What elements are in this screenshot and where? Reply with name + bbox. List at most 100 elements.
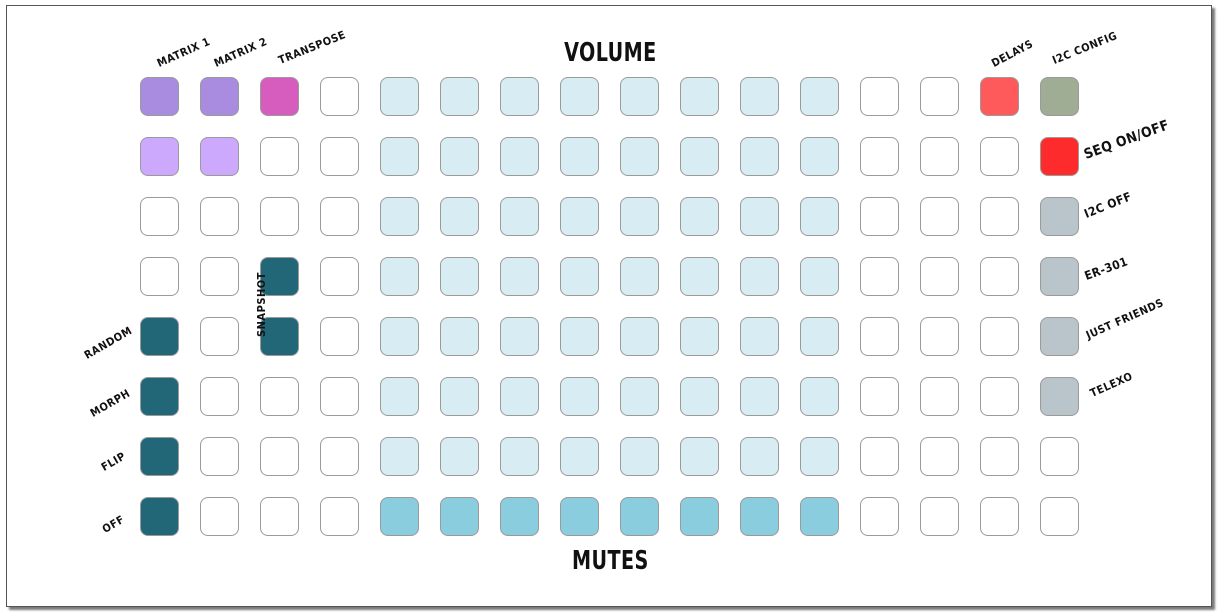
- pad-empty-r6-c15[interactable]: [980, 377, 1019, 416]
- pad-empty-r8-c15[interactable]: [980, 497, 1019, 536]
- pad-empty-r5-c2[interactable]: [200, 317, 239, 356]
- pad-volume-r7-c7[interactable]: [500, 437, 539, 476]
- pad-volume-r6-c7[interactable]: [500, 377, 539, 416]
- pad-empty-r4-c15[interactable]: [980, 257, 1019, 296]
- pad-empty-r8-c4[interactable]: [320, 497, 359, 536]
- pad-empty-r8-c14[interactable]: [920, 497, 959, 536]
- pad-empty-r3-c13[interactable]: [860, 197, 899, 236]
- pad-i2c-config-r1-c16[interactable]: [1040, 77, 1079, 116]
- pad-transpose-r1-c3[interactable]: [260, 77, 299, 116]
- pad-volume-r3-c7[interactable]: [500, 197, 539, 236]
- pad-empty-r1-c4[interactable]: [320, 77, 359, 116]
- pad-empty-r3-c15[interactable]: [980, 197, 1019, 236]
- pad-volume-r1-c12[interactable]: [800, 77, 839, 116]
- pad-i2c-device-r5-c16[interactable]: [1040, 317, 1079, 356]
- pad-matrix-dim-r2-c1[interactable]: [140, 137, 179, 176]
- pad-volume-r2-c5[interactable]: [380, 137, 419, 176]
- pad-volume-r5-c12[interactable]: [800, 317, 839, 356]
- pad-empty-r4-c13[interactable]: [860, 257, 899, 296]
- pad-volume-r3-c10[interactable]: [680, 197, 719, 236]
- pad-mute-r8-c10[interactable]: [680, 497, 719, 536]
- pad-empty-r5-c14[interactable]: [920, 317, 959, 356]
- pad-empty-r2-c15[interactable]: [980, 137, 1019, 176]
- pad-volume-r7-c8[interactable]: [560, 437, 599, 476]
- pad-volume-r3-c12[interactable]: [800, 197, 839, 236]
- pad-volume-r5-c7[interactable]: [500, 317, 539, 356]
- pad-control-r6-c1[interactable]: [140, 377, 179, 416]
- pad-i2c-device-r4-c16[interactable]: [1040, 257, 1079, 296]
- pad-empty-r7-c3[interactable]: [260, 437, 299, 476]
- pad-empty-r7-c4[interactable]: [320, 437, 359, 476]
- pad-volume-r1-c7[interactable]: [500, 77, 539, 116]
- pad-control-r7-c1[interactable]: [140, 437, 179, 476]
- pad-volume-r2-c10[interactable]: [680, 137, 719, 176]
- pad-empty-r7-c16[interactable]: [1040, 437, 1079, 476]
- pad-empty-r2-c14[interactable]: [920, 137, 959, 176]
- pad-volume-r1-c11[interactable]: [740, 77, 779, 116]
- pad-empty-r2-c3[interactable]: [260, 137, 299, 176]
- pad-control-r8-c1[interactable]: [140, 497, 179, 536]
- pad-volume-r4-c6[interactable]: [440, 257, 479, 296]
- pad-volume-r3-c11[interactable]: [740, 197, 779, 236]
- pad-empty-r1-c13[interactable]: [860, 77, 899, 116]
- pad-volume-r4-c11[interactable]: [740, 257, 779, 296]
- pad-empty-r2-c13[interactable]: [860, 137, 899, 176]
- pad-empty-r8-c13[interactable]: [860, 497, 899, 536]
- pad-volume-r1-c6[interactable]: [440, 77, 479, 116]
- pad-matrix-active-r1-c1[interactable]: [140, 77, 179, 116]
- pad-volume-r3-c8[interactable]: [560, 197, 599, 236]
- pad-i2c-device-r6-c16[interactable]: [1040, 377, 1079, 416]
- pad-volume-r5-c6[interactable]: [440, 317, 479, 356]
- pad-empty-r4-c4[interactable]: [320, 257, 359, 296]
- pad-volume-r1-c5[interactable]: [380, 77, 419, 116]
- pad-mute-r8-c9[interactable]: [620, 497, 659, 536]
- pad-volume-r4-c8[interactable]: [560, 257, 599, 296]
- pad-volume-r2-c8[interactable]: [560, 137, 599, 176]
- pad-volume-r6-c9[interactable]: [620, 377, 659, 416]
- pad-volume-r2-c7[interactable]: [500, 137, 539, 176]
- pad-volume-r6-c8[interactable]: [560, 377, 599, 416]
- pad-volume-r5-c10[interactable]: [680, 317, 719, 356]
- pad-volume-r5-c9[interactable]: [620, 317, 659, 356]
- pad-volume-r4-c12[interactable]: [800, 257, 839, 296]
- pad-control-r5-c1[interactable]: [140, 317, 179, 356]
- pad-empty-r8-c3[interactable]: [260, 497, 299, 536]
- pad-volume-r7-c6[interactable]: [440, 437, 479, 476]
- pad-volume-r5-c5[interactable]: [380, 317, 419, 356]
- pad-empty-r7-c15[interactable]: [980, 437, 1019, 476]
- pad-empty-r3-c2[interactable]: [200, 197, 239, 236]
- pad-delays-r1-c15[interactable]: [980, 77, 1019, 116]
- pad-matrix-dim-r2-c2[interactable]: [200, 137, 239, 176]
- pad-i2c-device-r3-c16[interactable]: [1040, 197, 1079, 236]
- pad-volume-r2-c6[interactable]: [440, 137, 479, 176]
- pad-volume-r6-c5[interactable]: [380, 377, 419, 416]
- pad-empty-r1-c14[interactable]: [920, 77, 959, 116]
- pad-volume-r2-c9[interactable]: [620, 137, 659, 176]
- pad-volume-r1-c9[interactable]: [620, 77, 659, 116]
- pad-empty-r3-c4[interactable]: [320, 197, 359, 236]
- pad-empty-r5-c13[interactable]: [860, 317, 899, 356]
- pad-seq-on-off-r2-c16[interactable]: [1040, 137, 1079, 176]
- pad-mute-r8-c12[interactable]: [800, 497, 839, 536]
- pad-empty-r5-c4[interactable]: [320, 317, 359, 356]
- pad-mute-r8-c11[interactable]: [740, 497, 779, 536]
- pad-volume-r5-c8[interactable]: [560, 317, 599, 356]
- pad-volume-r2-c11[interactable]: [740, 137, 779, 176]
- pad-volume-r6-c12[interactable]: [800, 377, 839, 416]
- pad-empty-r4-c2[interactable]: [200, 257, 239, 296]
- pad-empty-r8-c2[interactable]: [200, 497, 239, 536]
- pad-volume-r3-c5[interactable]: [380, 197, 419, 236]
- pad-empty-r8-c16[interactable]: [1040, 497, 1079, 536]
- pad-mute-r8-c6[interactable]: [440, 497, 479, 536]
- pad-volume-r5-c11[interactable]: [740, 317, 779, 356]
- pad-empty-r7-c2[interactable]: [200, 437, 239, 476]
- pad-volume-r1-c10[interactable]: [680, 77, 719, 116]
- pad-empty-r3-c1[interactable]: [140, 197, 179, 236]
- pad-volume-r6-c6[interactable]: [440, 377, 479, 416]
- pad-empty-r3-c14[interactable]: [920, 197, 959, 236]
- pad-volume-r4-c10[interactable]: [680, 257, 719, 296]
- pad-empty-r4-c1[interactable]: [140, 257, 179, 296]
- pad-empty-r3-c3[interactable]: [260, 197, 299, 236]
- pad-empty-r4-c14[interactable]: [920, 257, 959, 296]
- pad-volume-r6-c10[interactable]: [680, 377, 719, 416]
